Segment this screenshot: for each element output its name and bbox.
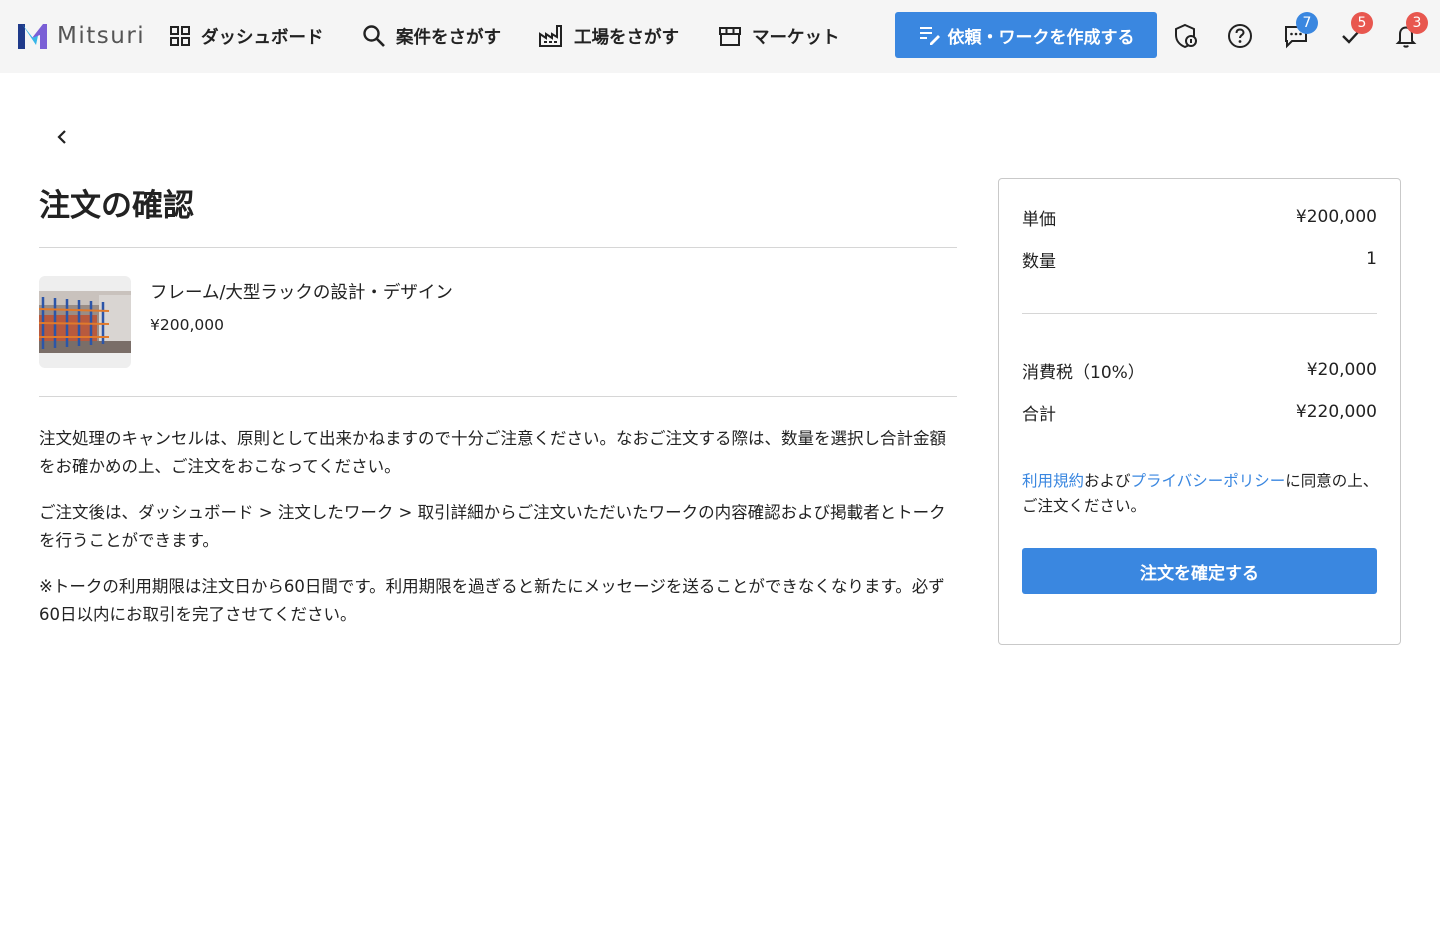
summary-divider [1022,313,1377,314]
and-text: および [1084,472,1131,490]
notifications-button[interactable]: 3 [1392,12,1428,50]
tax-row: 消費税（10%） ¥20,000 [1022,356,1377,384]
shield-button[interactable] [1172,22,1200,50]
top-header: Mitsuri ダッシュボード 案件をさがす 工場をさがす マーケット 依頼・ワ… [0,0,1440,73]
quantity-value: 1 [1366,249,1377,269]
cancel-notice: 注文処理のキャンセルは、原則として出来かねますので十分ご注意ください。なおご注文… [39,429,947,476]
order-summary-card: 単価 ¥200,000 数量 1 消費税（10%） ¥20,000 合計 ¥22… [998,178,1401,645]
nav-dashboard-label: ダッシュボード [201,27,324,48]
search-icon [363,25,385,47]
chevron-left-icon [57,130,66,144]
brand-name: Mitsuri [57,23,146,49]
create-request-button[interactable]: 依頼・ワークを作成する [895,12,1157,58]
nav-search-projects-label: 案件をさがす [396,27,501,48]
nav-search-projects[interactable]: 案件をさがす [362,22,501,50]
factory-icon [539,25,562,47]
tasks-button[interactable]: 5 [1337,12,1373,50]
notifications-badge: 3 [1406,12,1428,34]
confirm-order-button[interactable]: 注文を確定する [1022,548,1377,594]
tax-value: ¥20,000 [1306,360,1377,380]
help-button[interactable] [1226,22,1254,50]
shield-icon [1175,23,1197,49]
terms-link[interactable]: 利用規約 [1022,472,1084,490]
unit-price-value: ¥200,000 [1295,207,1377,227]
help-icon [1228,24,1252,48]
brand-logo[interactable]: Mitsuri [16,20,145,52]
nav-market[interactable]: マーケット [718,22,840,50]
privacy-policy-link[interactable]: プライバシーポリシー [1131,472,1286,490]
mitsuri-logo-icon [18,24,47,49]
tasks-badge: 5 [1351,12,1373,34]
divider [39,396,957,397]
nav-search-factories[interactable]: 工場をさがす [538,22,679,50]
tax-label: 消費税（10%） [1022,362,1145,383]
page-title: 注文の確認 [39,188,194,224]
total-row: 合計 ¥220,000 [1022,398,1377,426]
unit-price-row: 単価 ¥200,000 [1022,203,1377,231]
talk-period-notice: ※トークの利用期限は注文日から60日間です。利用期限を過ぎると新たにメッセージを… [39,577,945,624]
after-order-notice: ご注文後は、ダッシュボード > 注文したワーク > 取引詳細からご注文いただいた… [39,503,946,550]
divider [39,247,957,248]
quantity-row: 数量 1 [1022,245,1377,273]
agreement-text: 利用規約およびプライバシーポリシーに同意の上、ご注文ください。 [1022,469,1380,519]
warehouse-rack-image [39,291,131,353]
product-name-link[interactable]: フレーム/大型ラックの設計・デザイン [150,279,453,304]
messages-badge: 7 [1296,12,1318,34]
nav-search-factories-label: 工場をさがす [574,27,679,48]
messages-button[interactable]: 7 [1282,12,1318,50]
product-price: ¥200,000 [150,316,224,334]
product-thumbnail[interactable] [39,276,131,368]
total-value: ¥220,000 [1295,402,1377,422]
create-request-label: 依頼・ワークを作成する [947,27,1135,48]
dashboard-grid-icon [170,26,190,46]
back-button[interactable] [50,125,74,149]
quantity-label: 数量 [1022,251,1056,272]
total-label: 合計 [1022,404,1056,425]
store-icon [719,27,741,46]
nav-market-label: マーケット [752,27,840,48]
unit-price-label: 単価 [1022,209,1056,230]
edit-note-icon [919,27,940,45]
nav-dashboard[interactable]: ダッシュボード [169,22,324,50]
